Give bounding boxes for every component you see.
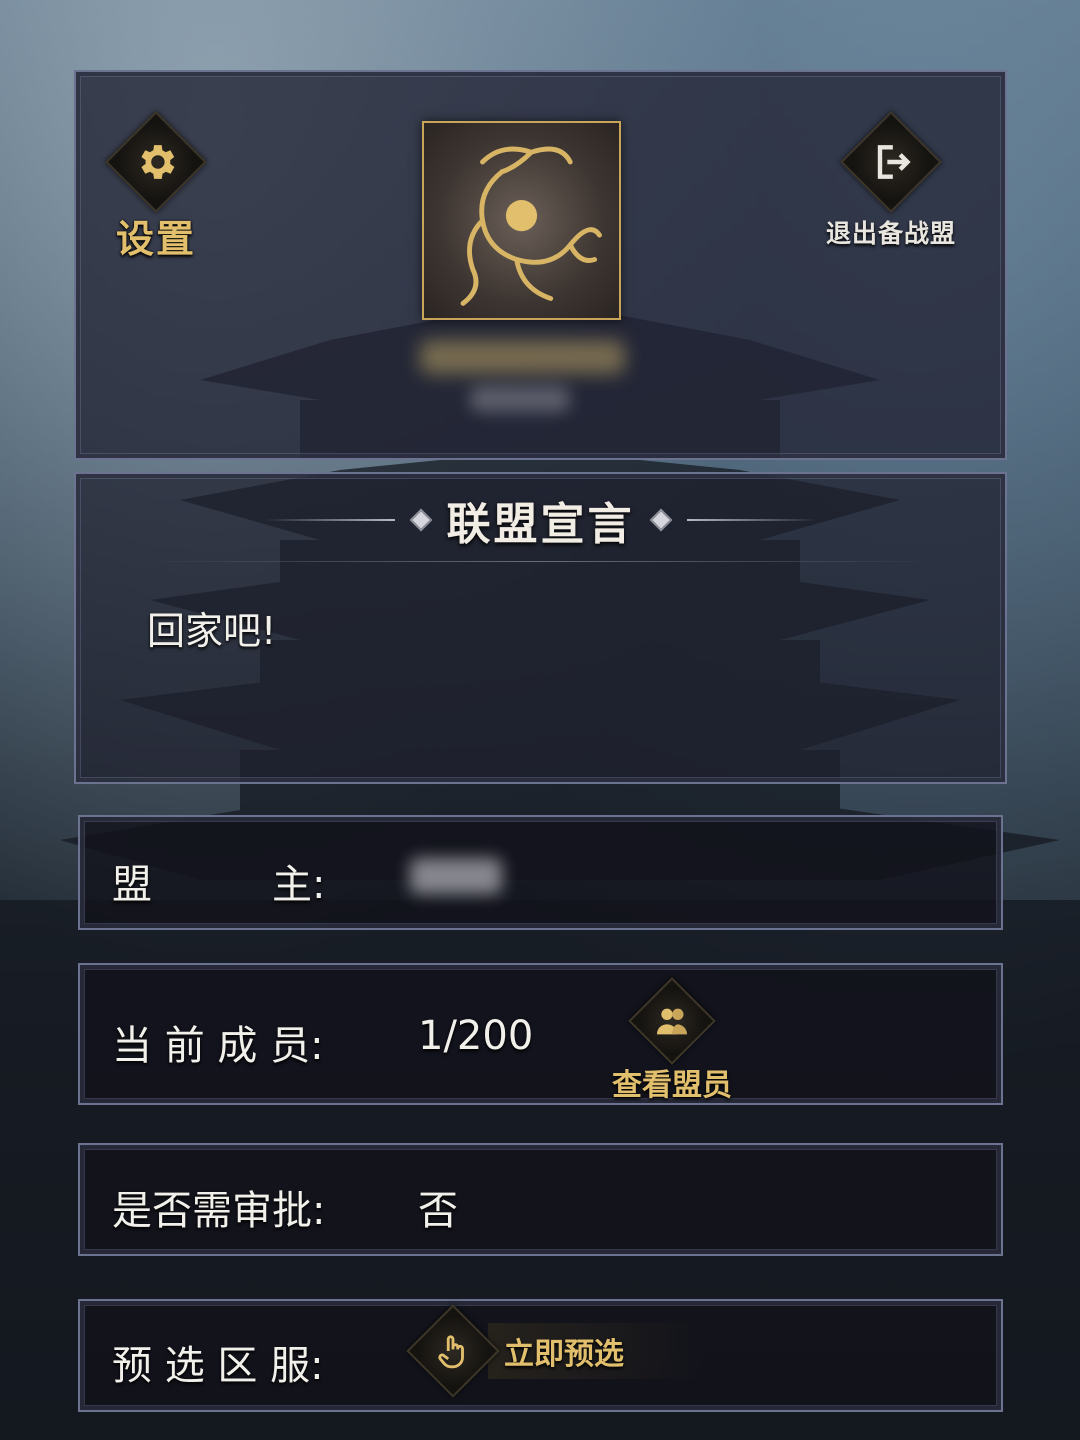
title-gem-right — [649, 508, 672, 532]
members-label: 当 前 成 员: — [112, 1023, 324, 1069]
exit-icon-frame — [840, 111, 942, 213]
settings-icon-frame — [105, 111, 207, 213]
preselect-label: 立即预选 — [504, 1337, 624, 1372]
declaration-text: 回家吧! — [147, 609, 277, 653]
title-line-left — [264, 519, 395, 521]
alliance-name-redacted — [420, 340, 625, 374]
exit-alliance-button[interactable]: 退出备战盟 — [826, 111, 957, 250]
leader-name-redacted — [410, 858, 502, 894]
view-members-label: 查看盟员 — [612, 1068, 732, 1103]
region-label: 预 选 区 服: — [112, 1343, 324, 1389]
approval-label: 是否需审批: — [112, 1188, 326, 1234]
preselect-icon-frame — [406, 1304, 500, 1398]
members-count: 1/200 — [418, 1013, 534, 1059]
alliance-emblem[interactable] — [422, 121, 621, 320]
declaration-header: 联盟宣言 — [74, 495, 1007, 550]
preselect-bar: 立即预选 — [488, 1323, 704, 1379]
preselect-button[interactable]: 立即预选 — [406, 1304, 704, 1398]
members-icon — [657, 1008, 687, 1035]
members-icon-frame — [628, 977, 716, 1065]
dragon-icon — [460, 146, 602, 306]
settings-button[interactable]: 设置 — [105, 111, 207, 263]
title-line-right — [686, 519, 817, 521]
title-gem-left — [409, 508, 432, 532]
approval-value: 否 — [418, 1188, 458, 1234]
declaration-divider — [140, 561, 940, 562]
exit-icon — [877, 145, 911, 179]
view-members-button[interactable]: 查看盟员 — [612, 977, 732, 1104]
exit-alliance-label: 退出备战盟 — [826, 219, 957, 248]
gear-icon — [141, 145, 175, 179]
leader-label: 盟 主: — [112, 862, 326, 908]
alliance-id-redacted — [470, 386, 570, 412]
declaration-title: 联盟宣言 — [446, 499, 635, 550]
hand-pointer-icon — [438, 1335, 464, 1369]
settings-label: 设置 — [116, 216, 197, 261]
